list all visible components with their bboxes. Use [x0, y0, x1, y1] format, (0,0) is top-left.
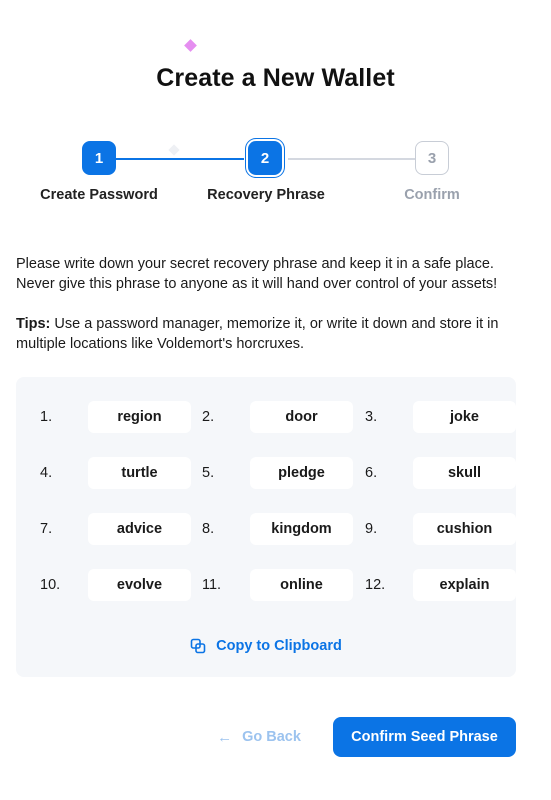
seed-word: explain	[413, 569, 516, 601]
seed-word-item: 12. explain	[365, 569, 516, 601]
seed-word-number: 3.	[365, 409, 378, 425]
copy-to-clipboard-button[interactable]: Copy to Clipboard	[16, 634, 516, 658]
seed-word: skull	[413, 457, 516, 489]
seed-word-item: 2. door	[202, 401, 353, 433]
seed-word-item: 11. online	[202, 569, 353, 601]
seed-phrase-panel: 1. region 2. door 3. joke 4. turtle 5. p…	[16, 377, 516, 677]
progress-stepper: 1 2 3 Create Password Recovery Phrase Co…	[0, 141, 551, 211]
seed-word: kingdom	[250, 513, 353, 545]
seed-word-number: 12.	[365, 577, 386, 593]
seed-word-item: 4. turtle	[40, 457, 191, 489]
seed-word-item: 8. kingdom	[202, 513, 353, 545]
seed-word: pledge	[250, 457, 353, 489]
seed-word-item: 3. joke	[365, 401, 516, 433]
confirm-seed-phrase-button[interactable]: Confirm Seed Phrase	[333, 717, 516, 757]
seed-word: door	[250, 401, 353, 433]
seed-word: advice	[88, 513, 191, 545]
step-3-indicator: 3	[415, 141, 449, 175]
page-title: Create a New Wallet	[156, 64, 395, 92]
step-connector-completed	[116, 158, 244, 160]
seed-word-number: 9.	[365, 521, 378, 537]
step-2-indicator: 2	[248, 141, 282, 175]
seed-word-number: 2.	[202, 409, 215, 425]
instructions-text: Please write down your secret recovery p…	[16, 256, 498, 292]
seed-word-number: 8.	[202, 521, 215, 537]
seed-word-item: 5. pledge	[202, 457, 353, 489]
seed-word: evolve	[88, 569, 191, 601]
seed-word-number: 5.	[202, 465, 215, 481]
seed-word-item: 6. skull	[365, 457, 516, 489]
seed-word-number: 4.	[40, 465, 53, 481]
step-2-label: Recovery Phrase	[207, 187, 325, 203]
step-1-indicator: 1	[82, 141, 116, 175]
seed-word-item: 9. cushion	[365, 513, 516, 545]
tips-body: Use a password manager, memorize it, or …	[16, 316, 499, 352]
step-3-label: Confirm	[404, 187, 460, 203]
seed-word-number: 1.	[40, 409, 53, 425]
seed-word-item: 10. evolve	[40, 569, 191, 601]
seed-word-number: 6.	[365, 465, 378, 481]
go-back-button[interactable]: ← Go Back	[214, 722, 304, 752]
step-connector-pending	[288, 158, 416, 160]
decorative-diamond	[184, 39, 197, 52]
tips-text: Tips: Use a password manager, memorize i…	[16, 314, 536, 354]
seed-word: cushion	[413, 513, 516, 545]
step-1-label: Create Password	[40, 187, 158, 203]
copy-icon	[190, 638, 206, 654]
seed-word-number: 11.	[202, 577, 222, 593]
seed-word-item: 1. region	[40, 401, 191, 433]
seed-word-number: 7.	[40, 521, 53, 537]
copy-to-clipboard-label: Copy to Clipboard	[216, 638, 342, 654]
seed-word: joke	[413, 401, 516, 433]
seed-word: turtle	[88, 457, 191, 489]
seed-word-number: 10.	[40, 577, 61, 593]
go-back-label: Go Back	[242, 729, 301, 745]
seed-word: online	[250, 569, 353, 601]
seed-word: region	[88, 401, 191, 433]
tips-label: Tips:	[16, 316, 51, 332]
arrow-left-icon: ←	[217, 728, 233, 746]
seed-word-item: 7. advice	[40, 513, 191, 545]
